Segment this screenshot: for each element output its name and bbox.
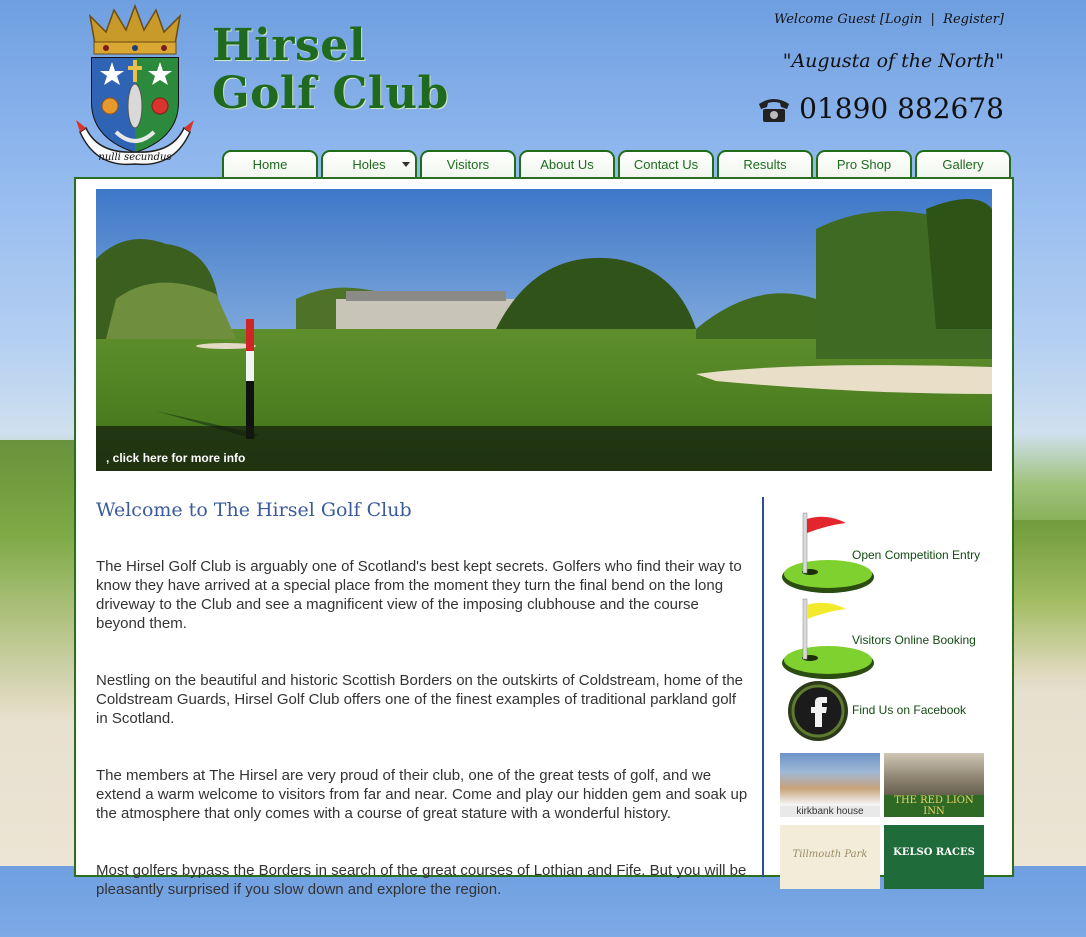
tab-pro-shop[interactable]: Pro Shop — [816, 150, 912, 177]
sponsor-tillmouth-park[interactable]: Tillmouth Park — [780, 825, 880, 889]
tab-visitors-label: Visitors — [446, 157, 490, 172]
background-left-blur — [0, 440, 80, 720]
open-competition-entry-link[interactable]: Open Competition Entry — [780, 509, 990, 595]
tab-about-us-label: About Us — [540, 157, 594, 172]
paragraph-location: Nestling on the beautiful and historic S… — [96, 672, 744, 727]
sponsor-red-lion-inn[interactable]: THE RED LION INN — [884, 753, 984, 817]
tab-contact-us[interactable]: Contact Us — [618, 150, 714, 177]
sponsor-kirkbank-house[interactable]: kirkbank house — [780, 753, 880, 817]
sidebar: Open Competition Entry Visitors Online B… — [780, 509, 990, 751]
tab-contact-us-label: Contact Us — [633, 157, 699, 172]
logo-line-2: Golf Club — [212, 68, 449, 119]
welcome-bar: Welcome Guest [Login | Register] — [774, 12, 1004, 27]
tab-holes-label: Holes — [352, 157, 386, 172]
logo-line-1: Hirsel — [212, 20, 366, 71]
facebook-label: Find Us on Facebook — [852, 703, 967, 717]
sponsor-red-lion-label: THE RED LION INN — [884, 795, 984, 817]
paragraph-members: The members at The Hirsel are very proud… — [96, 767, 748, 822]
crest-motto-text: nulli secundus — [98, 152, 171, 163]
visitors-online-booking-link[interactable]: Visitors Online Booking — [780, 595, 990, 681]
paragraph-borders: Most golfers bypass the Borders in searc… — [96, 862, 747, 898]
page-title: Welcome to The Hirsel Golf Club — [96, 499, 412, 521]
club-name-logo[interactable]: Hirsel Golf Club — [212, 22, 449, 118]
sponsor-tillmouth-label: Tillmouth Park — [792, 849, 868, 860]
phone-block: 01890 882678 — [757, 92, 1004, 125]
welcome-article: Welcome to The Hirsel Golf Club The Hirs… — [96, 499, 752, 937]
welcome-text: Welcome Guest — [773, 12, 876, 27]
sponsor-kirkbank-label: kirkbank house — [780, 806, 880, 817]
sponsor-kelso-label: KELSO RACES — [893, 847, 975, 858]
background-right-blur — [1012, 520, 1086, 680]
tab-results-label: Results — [743, 157, 787, 172]
telephone-icon — [759, 98, 790, 122]
login-link[interactable]: [Login — [880, 12, 922, 27]
paragraph-intro: The Hirsel Golf Club is arguably one of … — [96, 558, 742, 632]
hero-caption-bar: , click here for more info — [96, 426, 992, 471]
tab-home[interactable]: Home — [222, 150, 318, 177]
tab-about-us[interactable]: About Us — [519, 150, 615, 177]
tab-results[interactable]: Results — [717, 150, 813, 177]
chevron-down-icon — [402, 162, 410, 167]
sponsor-kelso-races[interactable]: KELSO RACES — [884, 825, 984, 889]
column-divider — [762, 497, 764, 877]
tab-visitors[interactable]: Visitors — [420, 150, 516, 177]
hero-slideshow[interactable]: , click here for more info — [96, 189, 992, 471]
facebook-link[interactable]: Find Us on Facebook — [780, 681, 990, 751]
phone-number: 01890 882678 — [799, 92, 1004, 125]
visitors-online-booking-label: Visitors Online Booking — [852, 633, 976, 647]
main-nav: Home Holes Visitors About Us Contact Us … — [222, 150, 1011, 177]
facebook-icon — [788, 681, 848, 741]
main-content-panel: , click here for more info Welcome to Th… — [74, 177, 1014, 898]
open-competition-entry-label: Open Competition Entry — [852, 548, 981, 562]
link-separator: | — [930, 12, 935, 27]
register-link[interactable]: Register] — [943, 12, 1004, 27]
hero-caption-link[interactable]: , click here for more info — [106, 451, 245, 465]
tab-pro-shop-label: Pro Shop — [836, 157, 892, 172]
tagline: "Augusta of the North" — [782, 50, 1004, 72]
tab-holes[interactable]: Holes — [321, 150, 417, 177]
tab-home-label: Home — [252, 157, 288, 172]
tab-gallery[interactable]: Gallery — [915, 150, 1011, 177]
club-crest-logo[interactable]: nulli secundus — [76, 2, 194, 170]
tab-gallery-label: Gallery — [942, 157, 984, 172]
